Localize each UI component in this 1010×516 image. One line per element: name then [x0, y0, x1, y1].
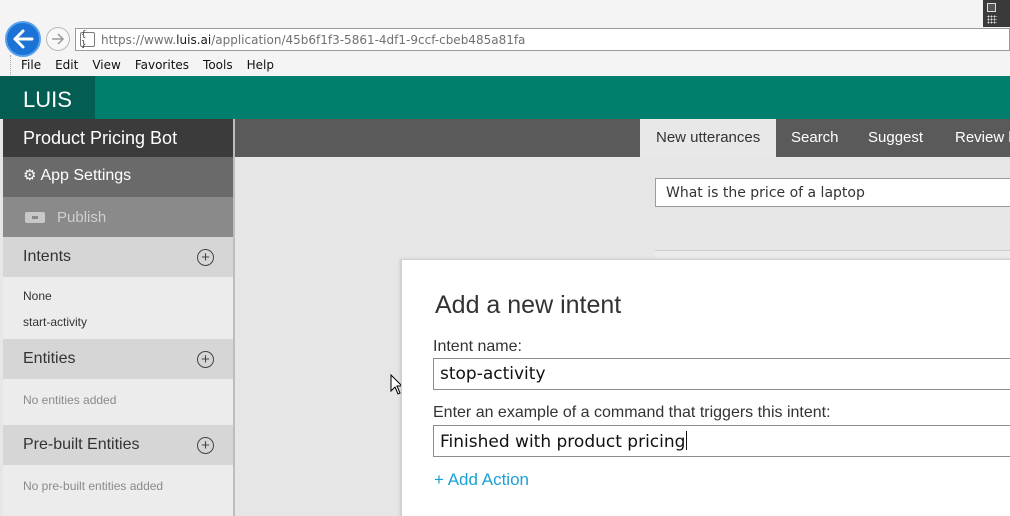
maximize-icon[interactable]: [987, 3, 996, 12]
grid-icon[interactable]: [987, 15, 997, 24]
add-intent-dialog: Add a new intent Intent name: stop-activ…: [401, 259, 1010, 516]
prebuilt-empty-text: No pre-built entities added: [23, 479, 164, 493]
address-bar[interactable]: { } https://www.luis.ai/application/45b6…: [75, 28, 1010, 51]
tab-review[interactable]: Review l: [955, 119, 1010, 157]
back-button[interactable]: [5, 21, 41, 57]
tab-suggest[interactable]: Suggest: [868, 119, 923, 157]
app-settings-label: App Settings: [40, 167, 132, 184]
example-utterance-text: Finished with product pricing: [440, 432, 686, 452]
menu-tools[interactable]: Tools: [203, 58, 233, 72]
dialog-title: Add a new intent: [435, 291, 622, 319]
app-settings-button[interactable]: ⚙ App Settings: [3, 157, 233, 197]
menu-bar: File Edit View Favorites Tools Help: [10, 55, 288, 75]
luis-logo[interactable]: LUIS: [0, 76, 95, 119]
entities-header: Entities +: [3, 339, 233, 379]
intent-name-field[interactable]: stop-activity: [433, 358, 1010, 390]
add-entity-icon[interactable]: +: [197, 351, 214, 368]
intent-list: None start-activity: [3, 277, 233, 339]
example-label: Enter an example of a command that trigg…: [433, 404, 831, 421]
menu-edit[interactable]: Edit: [55, 58, 78, 72]
add-action-link[interactable]: + Add Action: [434, 470, 529, 490]
text-caret: [686, 431, 688, 450]
intents-title: Intents: [23, 248, 72, 265]
url-text[interactable]: https://www.luis.ai/application/45b6f1f3…: [101, 33, 525, 47]
entities-empty-text: No entities added: [23, 393, 117, 407]
publish-label: Publish: [57, 209, 107, 226]
add-prebuilt-entity-icon[interactable]: +: [197, 437, 214, 454]
prebuilt-entities-title: Pre-built Entities: [23, 436, 140, 453]
add-intent-icon[interactable]: +: [197, 249, 214, 266]
tab-search[interactable]: Search: [791, 119, 839, 157]
menu-file[interactable]: File: [21, 58, 41, 72]
prebuilt-entities-header: Pre-built Entities +: [3, 425, 233, 465]
menu-favorites[interactable]: Favorites: [135, 58, 189, 72]
sidebar-divider: [233, 119, 235, 516]
intent-item-start-activity[interactable]: start-activity: [3, 309, 233, 335]
tab-bar: New utterances Search Suggest Review l: [235, 119, 1010, 157]
sidebar: Product Pricing Bot ⚙ App Settings Publi…: [3, 119, 233, 516]
app-title: Product Pricing Bot: [3, 119, 233, 157]
intent-name-label: Intent name:: [433, 338, 522, 355]
menu-help[interactable]: Help: [247, 58, 274, 72]
arrow-right-icon: [52, 33, 65, 45]
tab-new-utterances[interactable]: New utterances: [640, 119, 776, 157]
site-icon: { }: [80, 30, 95, 50]
utterance-input[interactable]: What is the price of a laptop: [655, 178, 1010, 207]
example-utterance-field[interactable]: Finished with product pricing: [433, 425, 1010, 457]
intent-item-none[interactable]: None: [3, 283, 233, 309]
publish-button[interactable]: Publish: [3, 197, 233, 237]
app-header: LUIS: [0, 76, 1010, 119]
menu-view[interactable]: View: [92, 58, 120, 72]
publish-icon: [25, 212, 45, 223]
arrow-left-icon: [13, 29, 34, 49]
forward-button[interactable]: [46, 27, 70, 51]
window-controls[interactable]: [983, 0, 1010, 27]
entities-title: Entities: [23, 350, 76, 367]
gear-icon: ⚙: [23, 167, 37, 184]
intents-header: Intents +: [3, 237, 233, 277]
browser-chrome: { } https://www.luis.ai/application/45b6…: [0, 0, 1010, 76]
